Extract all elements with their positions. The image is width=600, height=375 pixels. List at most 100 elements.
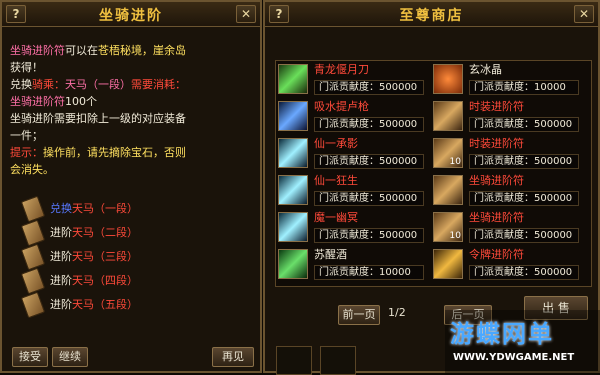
- scroll-icon: [20, 243, 46, 271]
- shop-item[interactable]: 苏醒酒门派贡献度：10000: [278, 248, 433, 283]
- tier-action: 进阶: [50, 250, 72, 263]
- prev-page-button[interactable]: 前一页: [338, 305, 380, 325]
- shop-item[interactable]: 坐骑进阶符门派贡献度：500000: [433, 174, 588, 209]
- description-line: 一件；: [10, 127, 240, 144]
- goodbye-button[interactable]: 再见: [212, 347, 254, 367]
- tier-option[interactable]: 进阶天马（三段）: [20, 243, 224, 271]
- panel-title: 坐骑进阶: [99, 8, 163, 24]
- scroll-icon: [20, 267, 46, 295]
- description-segment: 兑换: [10, 78, 32, 91]
- description-segment: 天马（一段）: [65, 78, 131, 91]
- shop-item[interactable]: 魔一幽冥门派贡献度：500000: [278, 211, 433, 246]
- item-count: 10: [449, 157, 461, 167]
- item-name: 青龙偃月刀: [314, 63, 369, 76]
- scroll-icon[interactable]: 10: [433, 212, 463, 242]
- description-segment: 坐骑进阶符: [10, 95, 65, 108]
- tier-name: 天马（三段）: [72, 250, 138, 263]
- scroll-icon: [20, 219, 46, 247]
- item-name: 仙一狂生: [314, 174, 358, 187]
- continue-button[interactable]: 继续: [52, 347, 88, 367]
- description-segment: 100个: [65, 95, 97, 108]
- token-icon[interactable]: [433, 249, 463, 279]
- item-name: 坐骑进阶符: [469, 211, 524, 224]
- description-segment: 提示：: [10, 146, 43, 159]
- shop-item[interactable]: 吸水提卢枪门派贡献度：500000: [278, 100, 433, 135]
- description-line: 兑换骑乘：天马（一段）需要消耗：: [10, 76, 240, 93]
- scroll-icon[interactable]: [433, 175, 463, 205]
- ice-crystal-icon[interactable]: [433, 64, 463, 94]
- tier-option[interactable]: 进阶天马（二段）: [20, 219, 224, 247]
- description-line: 会消失。: [10, 161, 240, 178]
- tier-name: 天马（四段）: [72, 274, 138, 287]
- description-segment: 会消失。: [10, 163, 54, 176]
- tier-action: 进阶: [50, 298, 72, 311]
- light-sword-icon[interactable]: [278, 212, 308, 242]
- tier-action: 兑换: [50, 202, 72, 215]
- light-sword-icon[interactable]: [278, 138, 308, 168]
- item-price: 门派贡献度：500000: [314, 154, 424, 169]
- item-price: 门派贡献度：500000: [469, 191, 579, 206]
- tier-action: 进阶: [50, 226, 72, 239]
- item-count: 10: [449, 231, 461, 241]
- close-button[interactable]: ✕: [236, 5, 256, 23]
- scroll-icon[interactable]: [433, 101, 463, 131]
- description-line: 提示：操作前，请先摘除宝石，否则: [10, 144, 240, 161]
- item-name: 时装进阶符: [469, 100, 524, 113]
- item-price: 门派贡献度：10000: [469, 80, 579, 95]
- watermark-url: WWW.YDWGAME.NET: [453, 352, 575, 363]
- shop-item[interactable]: 10 时装进阶符门派贡献度：500000: [433, 137, 588, 172]
- tier-option[interactable]: 进阶天马（四段）: [20, 267, 224, 295]
- description-text: 坐骑进阶符可以在苍梧秘境，崖余岛 获得！ 兑换骑乘：天马（一段）需要消耗： 坐骑进阶符…: [10, 42, 240, 178]
- right-titlebar: ? 至尊商店 ✕: [265, 2, 598, 27]
- shop-item[interactable]: 令牌进阶符 门派贡献度：500000: [433, 248, 588, 283]
- description-segment: 需要消耗：: [131, 78, 186, 91]
- description-segment: 坐骑进阶符: [10, 44, 65, 57]
- description-segment: 骑乘：: [32, 78, 65, 91]
- tier-action: 进阶: [50, 274, 72, 287]
- description-segment: 可以在: [65, 44, 98, 57]
- scroll-icon[interactable]: 10: [433, 138, 463, 168]
- shop-item[interactable]: 10 坐骑进阶符 门派贡献度：500000: [433, 211, 588, 246]
- tier-name: 天马（五段）: [72, 298, 138, 311]
- watermark-logo: 游蝶网单: [450, 320, 554, 348]
- description-segment: 获得！: [10, 61, 43, 74]
- scroll-icon: [20, 291, 46, 319]
- description-segment: 操作前，请先摘除宝石，否则: [43, 146, 186, 159]
- mount-advance-panel: ? 坐骑进阶 ✕ 坐骑进阶符可以在苍梧秘境，崖余岛 获得！ 兑换骑乘：天马（一段）需…: [0, 0, 262, 373]
- bag-slot[interactable]: [320, 346, 356, 375]
- item-name: 坐骑进阶符: [469, 174, 524, 187]
- description-line: 坐骑进阶需要扣除上一级的对应装备: [10, 110, 240, 127]
- item-name: 吸水提卢枪: [314, 100, 369, 113]
- light-sword-icon[interactable]: [278, 175, 308, 205]
- tier-option[interactable]: 兑换天马（一段）: [20, 195, 224, 223]
- item-price: 门派贡献度：500000: [469, 117, 579, 132]
- item-price: 门派贡献度：500000: [314, 228, 424, 243]
- item-name: 魔一幽冥: [314, 211, 358, 224]
- wine-icon[interactable]: [278, 249, 308, 279]
- shop-item[interactable]: 玄冰晶 门派贡献度：10000: [433, 63, 588, 98]
- tier-option[interactable]: 进阶天马（五段）: [20, 291, 224, 319]
- tier-name: 天马（二段）: [72, 226, 138, 239]
- description-line: 坐骑进阶符100个: [10, 93, 240, 110]
- item-price: 门派贡献度：500000: [469, 154, 579, 169]
- item-name: 仙一承影: [314, 137, 358, 150]
- close-button[interactable]: ✕: [574, 5, 594, 23]
- description-segment: 苍梧秘境，崖余岛: [98, 44, 186, 57]
- accept-button[interactable]: 接受: [12, 347, 48, 367]
- item-price: 门派贡献度：500000: [314, 117, 424, 132]
- item-name: 令牌进阶符: [469, 248, 524, 261]
- sword-icon[interactable]: [278, 64, 308, 94]
- item-price: 门派贡献度：10000: [314, 265, 424, 280]
- shop-item[interactable]: 时装进阶符门派贡献度：500000: [433, 100, 588, 135]
- shop-item[interactable]: 仙一承影门派贡献度：500000: [278, 137, 433, 172]
- item-price: 门派贡献度：500000: [314, 191, 424, 206]
- item-name: 时装进阶符: [469, 137, 524, 150]
- left-titlebar: ? 坐骑进阶 ✕: [2, 2, 260, 27]
- spear-icon[interactable]: [278, 101, 308, 131]
- watermark: 游蝶网单 WWW.YDWGAME.NET: [445, 310, 600, 373]
- tier-name: 天马（一段）: [72, 202, 138, 215]
- shop-item[interactable]: 青龙偃月刀 门派贡献度：500000: [278, 63, 433, 98]
- item-name: 苏醒酒: [314, 248, 347, 261]
- shop-item[interactable]: 仙一狂生门派贡献度：500000: [278, 174, 433, 209]
- bag-slot[interactable]: [276, 346, 312, 375]
